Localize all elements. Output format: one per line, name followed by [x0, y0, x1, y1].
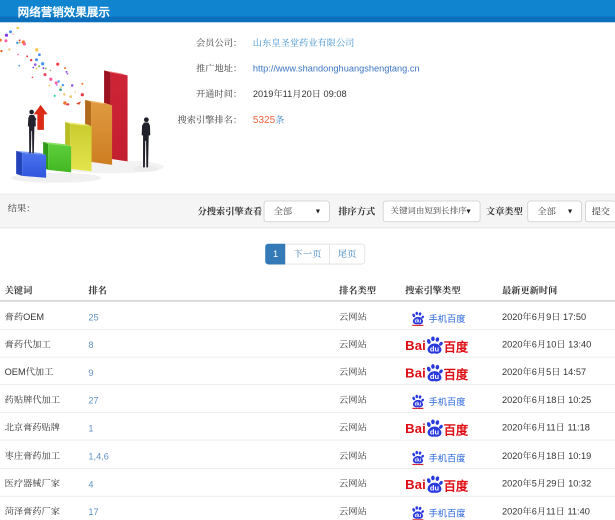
svg-text:du: du: [414, 513, 421, 519]
svg-text:du: du: [414, 318, 421, 324]
svg-text:du: du: [430, 428, 440, 437]
svg-text:du: du: [430, 372, 440, 381]
svg-text:du: du: [430, 483, 440, 492]
svg-text:du: du: [414, 457, 421, 463]
svg-text:du: du: [430, 344, 440, 353]
svg-text:du: du: [414, 402, 421, 408]
